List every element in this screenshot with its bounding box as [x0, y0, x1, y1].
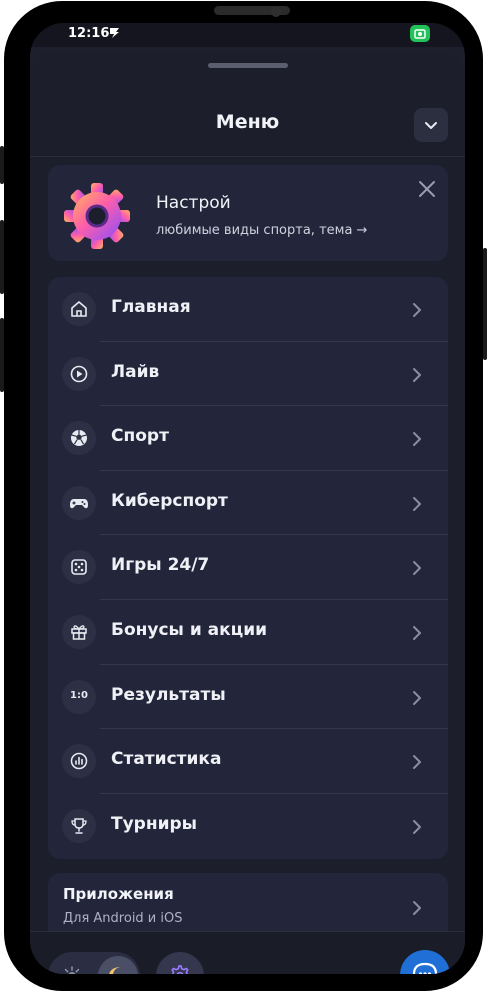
menu-item-results[interactable]: 1:0 Результаты [48, 665, 448, 730]
dice-icon [62, 550, 96, 585]
promo-title: Настрой [156, 193, 231, 213]
chat-button[interactable] [400, 950, 450, 974]
collapse-button[interactable] [414, 108, 448, 142]
bottom-bar [30, 931, 465, 974]
menu-item-bonuses[interactable]: Бонусы и акции [48, 600, 448, 665]
menu-item-label: Лайв [111, 361, 160, 382]
power-button [483, 248, 487, 360]
page-title: Меню [215, 111, 280, 133]
menu-item-live[interactable]: Лайв [48, 342, 448, 407]
chevron-right-icon [413, 561, 421, 576]
stats-icon [62, 744, 96, 779]
status-time: 12:16 [68, 26, 110, 41]
promo-subtitle[interactable]: любимые виды спорта, тема → [156, 223, 367, 238]
screen: 12:16 Меню Настрой любимые виды спорта, … [30, 23, 465, 974]
chevron-right-icon [413, 690, 421, 705]
score-icon: 1:0 [62, 679, 96, 714]
apps-subtitle: Для Android и iOS [63, 911, 183, 926]
theme-toggle[interactable] [48, 952, 140, 974]
trophy-icon [62, 808, 96, 843]
camera-notification-icon [410, 25, 430, 42]
apps-title: Приложения [63, 885, 174, 903]
menu-item-statistics[interactable]: Статистика [48, 729, 448, 794]
chevron-right-icon [413, 367, 421, 382]
chevron-right-icon [413, 303, 421, 317]
chevron-down-icon [425, 122, 437, 129]
menu-item-tournaments[interactable]: Турниры [48, 794, 448, 859]
chevron-right-icon [413, 755, 421, 770]
chat-bubble-icon [412, 962, 438, 974]
menu-item-games[interactable]: Игры 24/7 [48, 535, 448, 600]
menu-item-label: Турниры [111, 813, 198, 834]
promo-banner[interactable]: Настрой любимые виды спорта, тема → [48, 165, 448, 261]
gift-icon [62, 615, 96, 649]
front-camera [271, 7, 281, 17]
chevron-right-icon [413, 432, 421, 447]
soccer-ball-icon [62, 421, 96, 456]
menu-item-label: Статистика [111, 749, 222, 770]
menu-item-label: Результаты [111, 684, 226, 705]
header-divider [30, 156, 465, 157]
close-icon[interactable] [417, 179, 437, 199]
layers-icon [110, 28, 119, 38]
drag-handle[interactable] [208, 63, 288, 68]
phone-frame: 12:16 Меню Настрой любимые виды спорта, … [4, 1, 483, 991]
gear-icon [171, 965, 189, 974]
sun-icon[interactable] [60, 964, 84, 974]
menu-item-sport[interactable]: Спорт [48, 406, 448, 471]
volume-down-button [0, 318, 4, 392]
main-menu: Главная Лайв Спорт Киберспорт Игры 24/7 … [48, 277, 448, 859]
menu-item-label: Бонусы и акции [111, 620, 268, 640]
menu-item-label: Спорт [111, 426, 169, 447]
chevron-right-icon [413, 901, 421, 915]
chevron-right-icon [413, 496, 421, 511]
menu-item-esports[interactable]: Киберспорт [48, 471, 448, 536]
settings-button[interactable] [156, 952, 204, 974]
gear-3d-icon [64, 183, 130, 249]
menu-sheet: Меню Настрой любимые виды спорта, тема →… [30, 53, 465, 974]
chevron-right-icon [413, 819, 421, 834]
menu-item-home[interactable]: Главная [48, 277, 448, 342]
chevron-right-icon [413, 626, 421, 640]
status-bar: 12:16 [30, 23, 465, 47]
home-icon [62, 292, 96, 326]
play-icon [62, 356, 96, 391]
menu-item-label: Киберспорт [111, 490, 228, 511]
dark-mode-option[interactable] [98, 956, 138, 974]
gamepad-icon [62, 485, 96, 520]
menu-item-label: Игры 24/7 [111, 555, 210, 576]
menu-item-label: Главная [111, 297, 191, 317]
volume-up-button [0, 220, 4, 294]
mute-switch [0, 146, 4, 184]
moon-icon [109, 967, 121, 974]
